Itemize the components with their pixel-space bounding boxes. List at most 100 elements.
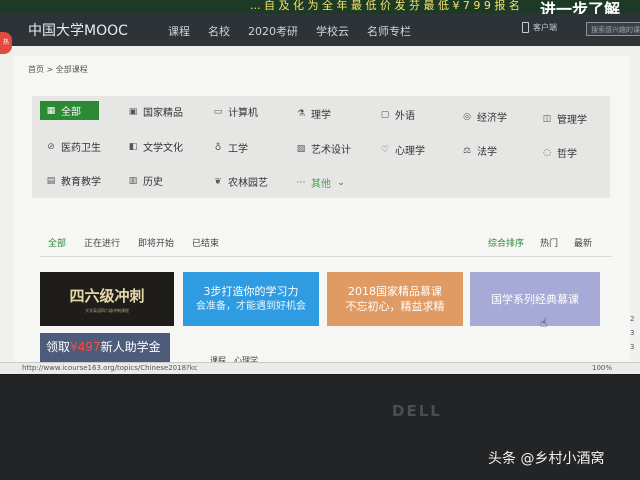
phone-icon [522,22,529,33]
side-hot-badge[interactable]: 热 [0,32,12,54]
promo-cta[interactable]: 进一步了解 [540,0,620,14]
category-label: 哲学 [557,149,577,160]
category-label: 法学 [477,147,497,158]
category-psychology[interactable]: ♡ 心理学 [380,142,425,158]
image-icon: ▨ [296,143,306,154]
right-edge-numbers: 2 3 3 [630,312,634,354]
category-engineering[interactable]: ♁ 工学 [213,140,248,156]
site-logo[interactable]: 中国大学MOOC [28,20,128,40]
category-law[interactable]: ⚖ 法学 [462,143,497,159]
category-education[interactable]: ▤ 教育教学 [46,173,101,189]
category-foreign-language[interactable]: ▢ 外语 [380,107,415,123]
filter-ended[interactable]: 已结束 [192,236,219,249]
hand-cursor-icon: ☝ [540,316,548,330]
edge-number: 2 [630,315,635,323]
banner-subtitle: 会准备，才能遇到好机会 [196,301,306,312]
nav-item-courses[interactable]: 课程 [168,23,190,39]
category-history[interactable]: ▥ 历史 [128,173,163,189]
nav-item-schools[interactable]: 名校 [208,23,230,39]
bulb-icon: ♁ [214,142,222,153]
sort-newest[interactable]: 最新 [574,236,592,249]
category-label: 计算机 [228,108,258,119]
category-label: 经济学 [477,113,507,124]
status-url: http://www.icourse163.org/topics/Chinese… [22,364,198,372]
banner-guoxue[interactable]: 国学系列经典慕课 [470,272,600,326]
category-label: 外语 [395,111,415,122]
filter-ongoing[interactable]: 正在进行 [84,236,120,249]
search-input[interactable]: 搜索感兴趣的课程 [586,22,640,36]
category-label: 工学 [228,144,248,155]
filter-bar: 全部 正在进行 即将开始 已结束 综合排序 热门 最新 [32,232,612,252]
category-philosophy[interactable]: ◌ 哲学 [542,145,577,161]
book-icon: ◧ [128,141,138,152]
grant-amount: ¥497 [70,340,101,354]
app-download-link[interactable]: 客户端 [522,22,557,33]
coin-icon: ◎ [463,111,471,122]
scales-icon: ⚖ [462,145,472,156]
nav-item-kaoyan[interactable]: 2020考研 [248,23,298,39]
grant-suffix: 新人助学金 [100,340,161,354]
banner-title: 3步打造你的学习力 [203,285,299,298]
nav-item-school-cloud[interactable]: 学校云 [316,23,349,39]
banner-title: 国学系列经典慕课 [491,293,579,306]
filter-upcoming[interactable]: 即将开始 [138,236,174,249]
category-label: 管理学 [557,115,587,126]
filter-all[interactable]: 全部 [48,236,66,249]
banner-new-user-grant[interactable]: 领取¥497新人助学金 [40,333,170,362]
monitor-icon: ▭ [213,106,223,117]
banner-title: 四六级冲刺 [69,286,145,305]
grid-icon: ▦ [46,105,56,116]
category-agriculture[interactable]: ❦ 农林园艺 [213,174,268,190]
grant-prefix: 领取 [46,340,71,354]
edge-number: 3 [630,329,635,337]
chat-icon: ▢ [380,109,390,120]
watermark: 头条 @乡村小酒窝 [488,451,605,467]
teach-icon: ▤ [46,175,56,186]
category-other[interactable]: ⋯ 其他 ⌄ [296,175,346,191]
sort-popular[interactable]: 热门 [540,236,558,249]
banner-cet-sprint[interactable]: 四六级冲刺 大学英语四六级冲刺课程 [40,272,174,326]
browser-status-bar: http://www.icourse163.org/topics/Chinese… [0,362,640,374]
category-label: 农林园艺 [228,178,268,189]
nav-item-teachers[interactable]: 名师专栏 [367,23,411,39]
category-management[interactable]: ◫ 管理学 [542,111,587,127]
category-economics[interactable]: ◎ 经济学 [462,109,507,125]
flask-icon: ⚗ [296,108,306,119]
category-literature[interactable]: ◧ 文学文化 [128,139,183,155]
category-label: 其他 [311,179,331,190]
banner-subtitle: 不忘初心，精益求精 [345,300,445,313]
main-nav: 课程 名校 2020考研 学校云 名师专栏 [168,23,429,39]
category-all[interactable]: ▦ 全部 [40,101,99,120]
dots-icon: ⋯ [296,177,306,188]
category-label: 理学 [311,110,331,121]
award-icon: ▣ [128,106,138,117]
thought-icon: ◌ [543,147,551,158]
category-label: 心理学 [395,146,425,157]
category-national-quality[interactable]: ▣ 国家精品 [128,104,183,120]
category-label: 历史 [143,177,163,188]
category-science[interactable]: ⚗ 理学 [296,106,331,122]
category-medicine[interactable]: ⊘ 医药卫生 [46,139,101,155]
banner-national-mooc[interactable]: 2018国家精品慕课 不忘初心，精益求精 [327,272,463,326]
breadcrumb[interactable]: 首页 > 全部课程 [28,64,88,75]
leaf-icon: ❦ [214,176,222,187]
banner-subtitle: 大学英语四六级冲刺课程 [85,307,129,313]
category-label: 医药卫生 [61,143,101,154]
promo-strip[interactable]: ... 自 及 化 为 全 年 最 低 价 发 芬 最 低 ¥ 7 9 9 报 … [0,0,640,14]
heart-icon: ♡ [380,144,390,155]
category-label: 艺术设计 [311,145,351,156]
site-header: 中国大学MOOC 课程 名校 2020考研 学校云 名师专栏 客户端 搜索感兴趣… [0,14,640,46]
chevron-down-icon: ⌄ [337,177,345,188]
category-art-design[interactable]: ▨ 艺术设计 [296,141,351,157]
divider [40,256,612,257]
dell-logo: DELL [392,402,442,420]
edge-number: 3 [630,343,635,351]
history-icon: ▥ [128,175,138,186]
category-computer[interactable]: ▭ 计算机 [213,104,258,120]
promo-text: ... 自 及 化 为 全 年 最 低 价 发 芬 最 低 ¥ 7 9 9 报 … [250,0,520,12]
app-label: 客户端 [533,23,557,32]
sort-comprehensive[interactable]: 综合排序 [488,236,524,249]
zoom-level[interactable]: 100% [592,364,612,372]
category-label: 教育教学 [61,177,101,188]
banner-learning-power[interactable]: 3步打造你的学习力 会准备，才能遇到好机会 [183,272,319,326]
